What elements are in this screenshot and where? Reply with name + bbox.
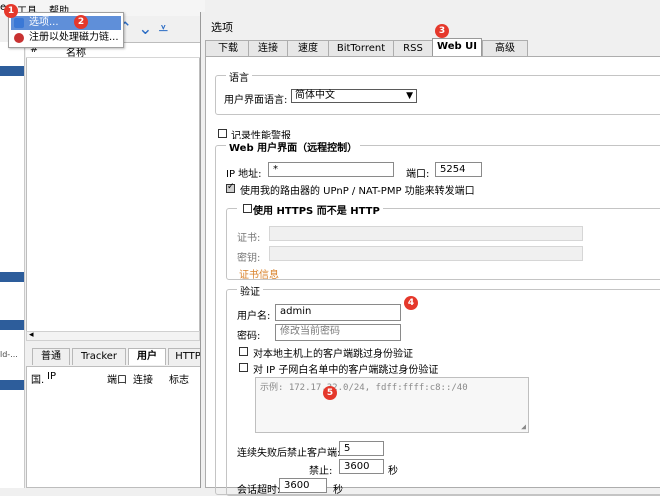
key-input[interactable]: [269, 246, 583, 261]
toolbar-arrows: ⌃⌄⩡: [118, 19, 174, 39]
dialog-title: 选项: [211, 21, 233, 34]
column-connection[interactable]: 连接: [133, 371, 153, 386]
https-checkbox[interactable]: [243, 204, 252, 213]
timeout-input[interactable]: 3600: [279, 478, 327, 493]
menu-item-register-magnet[interactable]: 注册以处理磁力链...: [11, 31, 121, 45]
options-icon: [14, 18, 24, 28]
whitelist-textarea[interactable]: 示例: 172.17.32.0/24, fdff:ffff:c8::/40 ◢: [255, 377, 529, 433]
step-badge-5: 5: [323, 386, 337, 400]
cert-label: 证书:: [237, 233, 261, 244]
bypass-whitelist-checkbox[interactable]: [239, 363, 248, 372]
bypass-local-checkbox[interactable]: [239, 347, 248, 356]
bypass-local-label: 对本地主机上的客户端跳过身份验证: [253, 349, 413, 360]
sidebar-fragment: ld-...: [0, 350, 18, 359]
auth-group: 验证 用户名: admin 密码: 修改当前密码 对本地主机上的客户端跳过身份验…: [226, 283, 660, 496]
ban-attempts-input[interactable]: 5: [339, 441, 384, 456]
language-select[interactable]: 简体中文 ▼: [291, 89, 417, 103]
language-group: 语言 用户界面语言: 简体中文 ▼: [215, 69, 660, 115]
ban-duration-input[interactable]: 3600: [339, 459, 384, 474]
tab-webui[interactable]: Web UI: [432, 38, 482, 57]
ban-label: 连续失败后禁止客户端:: [237, 448, 341, 459]
sidebar-marker: [0, 380, 24, 390]
sidebar: ld-...: [0, 42, 25, 488]
peers-list[interactable]: 国. IP 端口 连接 标志: [26, 366, 206, 488]
ip-input[interactable]: *: [268, 162, 394, 177]
peers-tabs: 普通 Tracker 用户 HTTP: [26, 348, 208, 366]
ban-duration-unit: 秒: [388, 466, 398, 477]
move-down-icon[interactable]: ⌄: [138, 19, 158, 39]
sidebar-marker: [0, 320, 24, 330]
timeout-unit: 秒: [333, 485, 343, 496]
language-value: 简体中文: [295, 90, 335, 101]
ban-duration-label: 禁止:: [309, 466, 333, 477]
username-label: 用户名:: [237, 311, 271, 322]
whitelist-placeholder: 示例: 172.17.32.0/24, fdff:ffff:c8::/40: [260, 383, 468, 393]
language-legend: 语言: [226, 69, 252, 84]
tab-tracker[interactable]: Tracker: [72, 348, 126, 365]
key-label: 密钥:: [237, 253, 261, 264]
tab-general[interactable]: 普通: [32, 348, 70, 365]
https-legend: 使用 HTTPS 而不是 HTTP: [237, 202, 383, 217]
tab-connection[interactable]: 连接: [248, 40, 288, 56]
column-ip[interactable]: IP: [47, 371, 56, 382]
resize-grip-icon[interactable]: ◢: [521, 422, 526, 431]
port-input[interactable]: 5254: [435, 162, 482, 177]
move-bottom-icon[interactable]: ⩡: [159, 19, 175, 39]
timeout-label: 会话超时:: [237, 485, 281, 496]
options-dialog: 选项 下载 连接 速度 BitTorrent RSS Web UI 高级 语言 …: [200, 12, 660, 496]
cert-input[interactable]: [269, 226, 583, 241]
cert-info-link[interactable]: 证书信息: [239, 266, 279, 281]
menu-item-options[interactable]: 选项...: [11, 16, 121, 30]
options-tabs: 下载 连接 速度 BitTorrent RSS Web UI 高级: [201, 38, 660, 57]
register-magnet-label: 注册以处理磁力链...: [29, 32, 119, 43]
tab-rss[interactable]: RSS: [393, 40, 433, 56]
bypass-whitelist-label: 对 IP 子网白名单中的客户端跳过身份验证: [253, 365, 439, 376]
tab-peers[interactable]: 用户: [128, 348, 166, 365]
tab-advanced[interactable]: 高级: [482, 40, 528, 56]
password-input[interactable]: 修改当前密码: [275, 324, 401, 341]
options-label: 选项...: [29, 17, 59, 28]
sidebar-marker: [0, 272, 24, 282]
tools-dropdown-menu: 选项... 注册以处理磁力链...: [8, 12, 124, 48]
step-badge-4: 4: [404, 296, 418, 310]
password-label: 密码:: [237, 331, 261, 342]
chevron-down-icon: ▼: [406, 91, 413, 101]
upnp-label: 使用我的路由器的 UPnP / NAT-PMP 功能来转发端口: [240, 186, 475, 197]
upnp-checkbox[interactable]: [226, 182, 235, 193]
https-group: 使用 HTTPS 而不是 HTTP 证书: 密钥: 证书信息: [226, 202, 660, 281]
webui-group: Web 用户界面（远程控制） IP 地址: * 端口: 5254 使用我的路由器…: [215, 139, 660, 496]
tab-bittorrent[interactable]: BitTorrent: [328, 40, 394, 56]
webui-legend: Web 用户界面（远程控制）: [226, 139, 361, 154]
step-badge-1: 1: [4, 4, 18, 18]
column-port[interactable]: 端口: [107, 371, 127, 386]
username-input[interactable]: admin: [275, 304, 401, 321]
horizontal-scrollbar[interactable]: ◂: [26, 330, 200, 341]
step-badge-2: 2: [74, 15, 88, 29]
tab-downloads[interactable]: 下载: [205, 40, 251, 56]
sidebar-selected-marker: [0, 66, 24, 76]
column-flags[interactable]: 标志: [169, 371, 189, 386]
step-badge-3: 3: [435, 24, 449, 38]
webui-page: 语言 用户界面语言: 简体中文 ▼ 记录性能警报 Web 用户界面（远程控制） …: [205, 56, 660, 496]
torrent-list[interactable]: [26, 42, 200, 337]
auth-legend: 验证: [237, 283, 263, 298]
log-perf-checkbox[interactable]: [218, 129, 227, 138]
port-label: 端口:: [406, 169, 430, 180]
scroll-left-icon[interactable]: ◂: [29, 330, 34, 340]
ip-label: IP 地址:: [226, 169, 262, 180]
tab-speed[interactable]: 速度: [287, 40, 329, 56]
magnet-icon: [14, 33, 24, 43]
language-label: 用户界面语言:: [224, 95, 288, 106]
column-country[interactable]: 国.: [31, 371, 44, 386]
